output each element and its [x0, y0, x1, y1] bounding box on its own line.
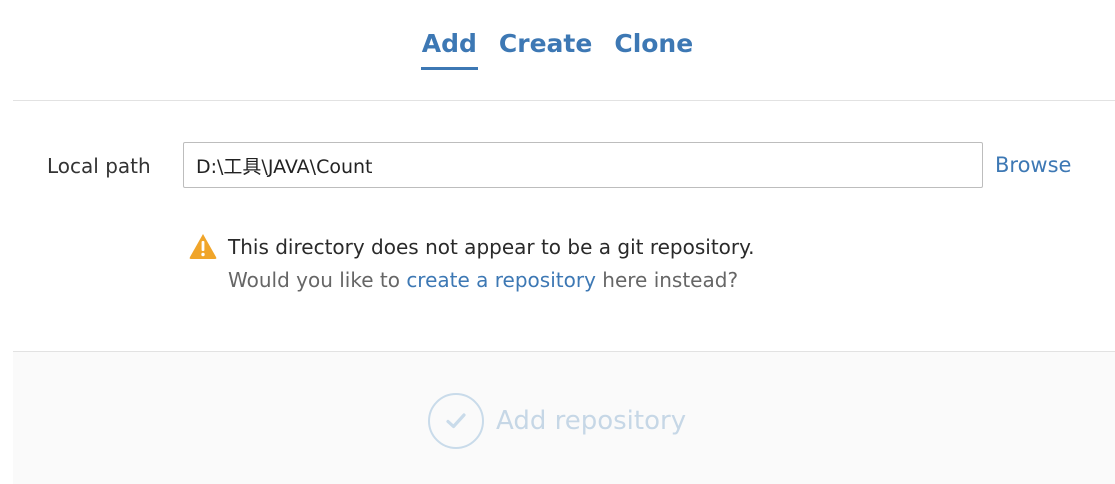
warning-message: This directory does not appear to be a g…	[228, 235, 755, 259]
tab-bar: Add Create Clone	[0, 28, 1115, 70]
local-path-input[interactable]	[183, 142, 983, 188]
warning-prompt: Would you like to create a repository he…	[228, 266, 738, 294]
tab-add[interactable]: Add	[420, 28, 478, 70]
local-path-label: Local path	[47, 154, 151, 178]
warning-triangle-icon	[189, 234, 217, 259]
add-repository-label: Add repository	[496, 406, 687, 436]
tab-create[interactable]: Create	[498, 28, 593, 70]
tab-clone[interactable]: Clone	[613, 28, 694, 70]
warning-prompt-after: here instead?	[595, 268, 739, 292]
header-divider	[13, 100, 1115, 101]
checkmark-circle-icon	[428, 393, 484, 449]
browse-button[interactable]: Browse	[995, 151, 1071, 179]
warning-prompt-before: Would you like to	[228, 268, 407, 292]
create-repository-link[interactable]: create a repository	[406, 268, 596, 292]
add-repository-button[interactable]: Add repository	[428, 392, 686, 450]
